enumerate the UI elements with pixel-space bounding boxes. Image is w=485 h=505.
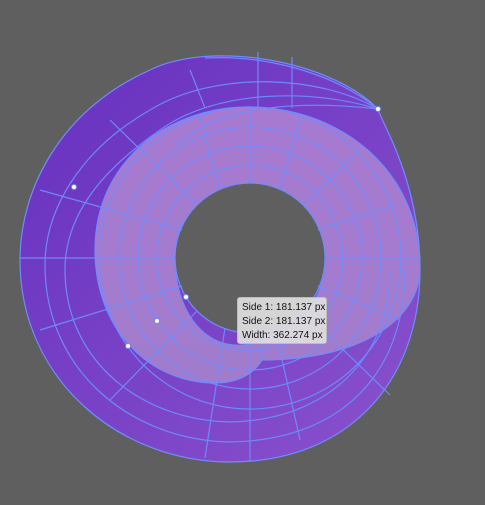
width-readout: Width: 362.274 px [242,330,323,341]
anchor-point [71,184,77,190]
side1-readout: Side 1: 181.137 px [242,302,326,313]
side2-readout: Side 2: 181.137 px [242,316,326,327]
anchor-point [154,318,160,324]
anchor-point [375,106,381,112]
artboard-canvas[interactable] [0,0,485,505]
measurement-tooltip: Side 1: 181.137 px Side 2: 181.137 px Wi… [237,297,327,344]
anchor-point [183,294,189,300]
anchor-point [125,343,131,349]
